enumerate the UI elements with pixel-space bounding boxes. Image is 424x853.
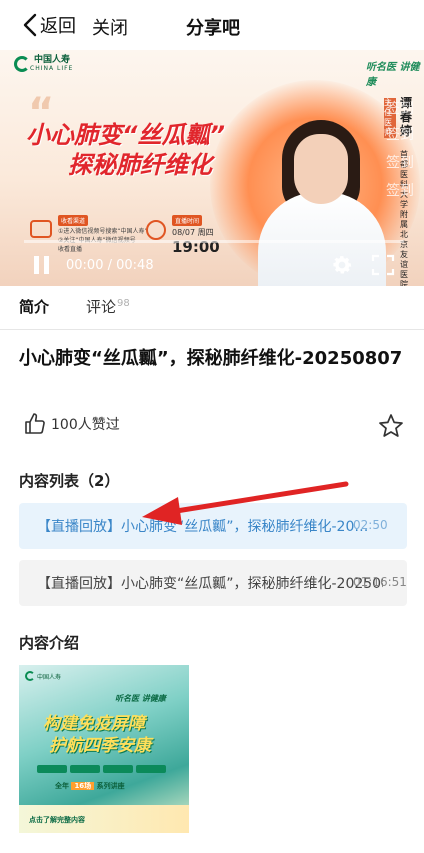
logo-mark-icon: [14, 56, 30, 72]
video-headline-line2: 探秘肺纤维化: [68, 151, 212, 179]
poster-badge: 全年 16场 系列讲座: [55, 782, 125, 790]
live-time-info: 直播时间 08/07 周四 19:00: [146, 208, 220, 256]
post-title: 小心肺变“丝瓜瓤”，探秘肺纤维化-20250807: [19, 348, 403, 369]
star-icon[interactable]: [378, 413, 404, 439]
video-time-label: 00:00 / 00:48: [66, 258, 154, 273]
gear-icon[interactable]: [330, 253, 354, 277]
pause-icon: [34, 256, 39, 274]
list-item[interactable]: 【直播回放】小心肺变“丝瓜瓤”，探秘肺纤维化-20250807 02:50: [19, 503, 407, 549]
tab-comment-label: 评论: [86, 298, 117, 316]
live-date: 08/07 周四: [172, 228, 214, 237]
list-item-duration: 02:50: [353, 518, 388, 532]
intro-poster-image[interactable]: 中国人寿 听名医 讲健康 构建免疫屏障 护航四季安康 全年 16场 系列讲座 点…: [19, 665, 189, 833]
tab-comment[interactable]: 评论98: [86, 296, 130, 317]
live-channel-desc-3: 收看直播: [58, 246, 83, 253]
list-item-title: 【直播回放】小心肺变“丝瓜瓤”，探秘肺纤维化-20250807: [37, 519, 373, 535]
logo-mark-icon: [25, 671, 35, 681]
content-list-heading: 内容列表（2）: [19, 472, 120, 490]
likes-count: 100人赞过: [51, 417, 120, 433]
watermark-text: 签到: [386, 155, 414, 171]
logo-text: 中国人寿: [34, 55, 71, 65]
fullscreen-icon[interactable]: [371, 254, 395, 276]
tab-intro[interactable]: 简介: [19, 296, 49, 317]
list-item[interactable]: 【直播回放】小心肺变“丝瓜瓤”，探秘肺纤维化-20250807 01:16:51: [19, 560, 407, 606]
thumbs-up-icon: [25, 413, 45, 434]
live-channel-tag: 收看渠道: [58, 215, 89, 226]
close-button[interactable]: 关闭: [92, 14, 128, 40]
pause-button[interactable]: [34, 256, 50, 274]
content-intro-heading: 内容介绍: [19, 634, 80, 652]
back-label: 返回: [40, 16, 76, 37]
live-channel-desc: ①进入微信视频号搜索“中国人寿”: [58, 228, 148, 235]
video-player[interactable]: 中国人寿 CHINA LIFE 听名医 讲健康 “ 小心肺变“丝瓜瓤” 探秘肺纤…: [0, 50, 424, 286]
back-button[interactable]: 返回: [22, 12, 76, 38]
current-time: 00:00: [66, 258, 104, 273]
poster-tags: [37, 765, 166, 773]
total-time: 00:48: [116, 258, 154, 273]
video-progress-bar[interactable]: [24, 240, 404, 243]
poster-footer: 点击了解完整内容: [29, 816, 85, 824]
content-tabs: 简介 评论98: [0, 286, 424, 330]
clock-icon: [146, 220, 166, 240]
watermark-text: 签到: [386, 183, 414, 199]
poster-headline-line1: 构建免疫屏障: [43, 714, 145, 734]
brand-slogan: 听名医 讲健康: [366, 62, 420, 88]
poster-headline-line2: 护航四季安康: [49, 736, 151, 756]
top-nav-bar: 返回 关闭 分享吧: [0, 0, 424, 50]
poster-brand: 听名医 讲健康: [115, 694, 166, 703]
video-headline-line1: 小心肺变“丝瓜瓤”: [26, 121, 225, 149]
tv-icon: [30, 220, 52, 238]
like-button[interactable]: 100人赞过: [23, 412, 120, 436]
logo-subtext: CHINA LIFE: [30, 65, 74, 72]
live-channel-info: 收看渠道 ①进入微信视频号搜索“中国人寿” ②关注“中国人寿”微信视频号 收看直…: [30, 208, 150, 254]
list-item-duration: 01:16:51: [353, 575, 407, 589]
comment-count-badge: 98: [117, 298, 130, 309]
chevron-left-icon: [23, 13, 37, 37]
poster-logo: 中国人寿: [25, 671, 61, 681]
watermark-text: 签到: [386, 127, 414, 143]
page-title: 分享吧: [186, 18, 240, 39]
china-life-logo: 中国人寿 CHINA LIFE: [14, 56, 73, 72]
list-item-title: 【直播回放】小心肺变“丝瓜瓤”，探秘肺纤维化-20250807: [37, 576, 383, 592]
live-time-tag: 直播时间: [172, 215, 203, 226]
watermark-text: 签到: [386, 101, 414, 117]
